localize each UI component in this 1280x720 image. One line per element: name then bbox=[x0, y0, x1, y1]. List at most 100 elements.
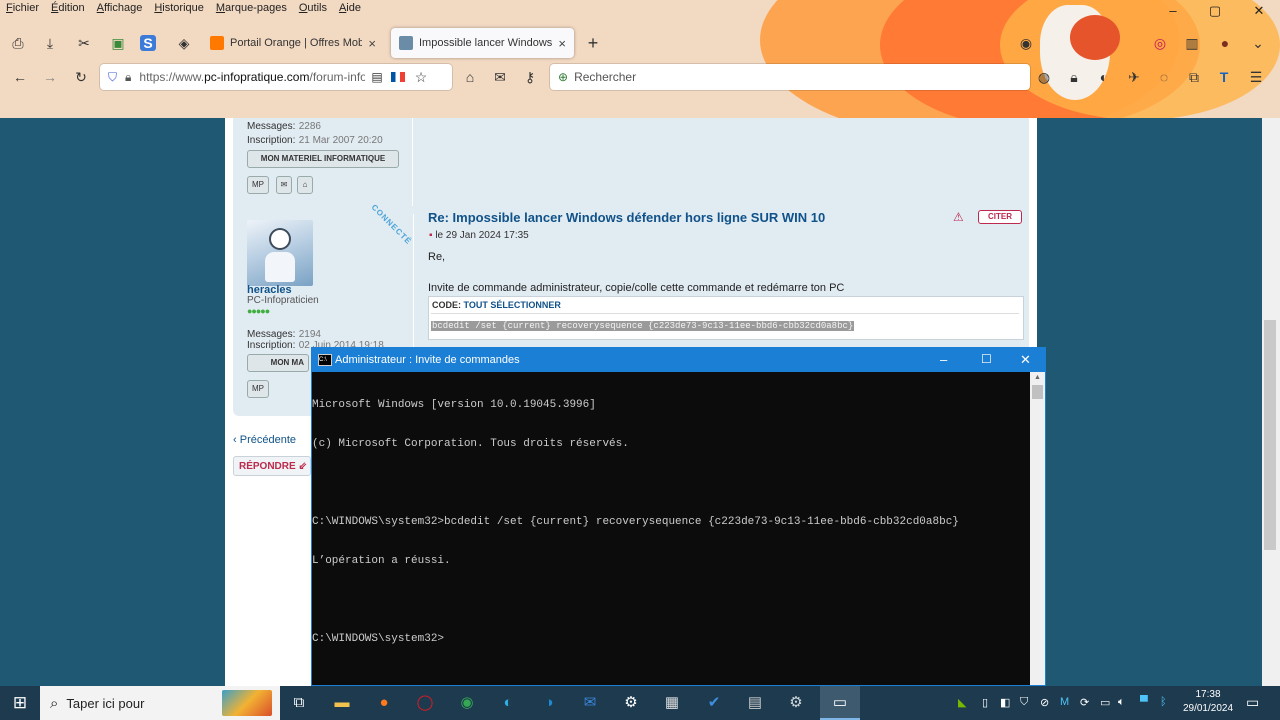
steam-icon[interactable]: ⚙ bbox=[784, 691, 808, 715]
code-content[interactable]: bcdedit /set {current} recoverysequence … bbox=[431, 321, 855, 331]
extension-icon[interactable]: ◐ bbox=[1094, 67, 1114, 87]
task-view-icon[interactable]: ⧉ bbox=[287, 691, 311, 715]
tray-icon[interactable]: ▯ bbox=[982, 696, 988, 709]
tray-icon[interactable]: ◧ bbox=[1000, 696, 1010, 709]
cmd-taskbar-icon[interactable]: ▭ bbox=[820, 686, 860, 720]
file-explorer-icon[interactable]: ▬ bbox=[330, 691, 354, 715]
close-icon[interactable]: ✕ bbox=[1020, 352, 1031, 368]
s-extension-icon[interactable]: S bbox=[140, 35, 156, 51]
menu-outils[interactable]: Outils bbox=[293, 0, 333, 18]
edge-icon[interactable]: ◐ bbox=[496, 691, 520, 715]
menu-historique[interactable]: Historique bbox=[148, 0, 210, 18]
windows-start-icon[interactable]: ⊞ bbox=[8, 691, 32, 715]
tab-impossible-lancer[interactable]: Impossible lancer Windows défe × bbox=[391, 28, 574, 58]
opera-icon[interactable]: ◯ bbox=[413, 691, 437, 715]
settings-gear-icon[interactable]: ⚙ bbox=[619, 691, 643, 715]
volume-icon[interactable]: 🔈︎ bbox=[1118, 696, 1125, 709]
menu-aide[interactable]: Aide bbox=[333, 0, 367, 18]
extension-icon[interactable]: ◎ bbox=[1150, 33, 1170, 53]
mail-icon[interactable]: ✉ bbox=[490, 67, 510, 87]
firefox-icon[interactable]: ● bbox=[372, 691, 396, 715]
print-icon[interactable]: ⎙ bbox=[8, 33, 28, 53]
clock[interactable]: 17:38 29/01/2024 bbox=[1172, 688, 1244, 716]
lock-extension-icon[interactable]: 🔒︎ bbox=[1064, 67, 1084, 87]
mp-button[interactable]: MP bbox=[247, 176, 269, 194]
menu-affichage[interactable]: Affichage bbox=[91, 0, 149, 18]
url-bar[interactable]: ⛉ 🔒︎ https://www.pc-infopratique.com/for… bbox=[100, 64, 452, 90]
security-icon[interactable]: ⛉ bbox=[1020, 696, 1028, 709]
network-icon[interactable]: ▭ bbox=[1100, 696, 1110, 709]
extensions-icon[interactable]: ⧉ bbox=[1184, 67, 1204, 87]
bookmark-star-icon[interactable]: ☆ bbox=[415, 69, 428, 86]
close-icon[interactable]: ✕ bbox=[1250, 2, 1268, 20]
email-icon[interactable]: ✉ bbox=[276, 176, 292, 194]
reload-icon[interactable]: ↻ bbox=[71, 67, 91, 87]
notifications-icon[interactable]: ▭ bbox=[1246, 694, 1259, 711]
edge-beta-icon[interactable]: ◑ bbox=[537, 691, 561, 715]
nvidia-icon[interactable]: ◣ bbox=[958, 696, 966, 709]
extension-icon[interactable]: ▥ bbox=[1182, 33, 1202, 53]
search-input[interactable]: Rechercher bbox=[574, 70, 636, 84]
lock-icon[interactable]: 🔒︎ bbox=[125, 70, 131, 85]
back-icon[interactable]: ← bbox=[10, 67, 30, 87]
store-icon[interactable]: ▦ bbox=[660, 691, 684, 715]
key-icon[interactable]: ⚷ bbox=[520, 67, 540, 87]
cmd-window[interactable]: C:\ Administrateur : Invite de commandes… bbox=[311, 347, 1046, 686]
website-icon[interactable]: ⌂ bbox=[297, 176, 313, 194]
page-scroll-thumb[interactable] bbox=[1264, 320, 1276, 550]
bluetooth-icon[interactable]: ᛒ bbox=[1160, 696, 1167, 708]
extension-icon[interactable]: ▣ bbox=[108, 33, 128, 53]
avatar[interactable] bbox=[247, 220, 313, 286]
scroll-up-icon[interactable]: ▲ bbox=[1034, 374, 1041, 381]
select-all-link[interactable]: TOUT SÉLECTIONNER bbox=[464, 300, 561, 310]
mail-icon[interactable]: ✉ bbox=[578, 691, 602, 715]
extension-icon[interactable]: ● bbox=[1215, 33, 1235, 53]
tray-icon[interactable]: ⊘ bbox=[1040, 696, 1049, 709]
tray-icon[interactable]: M bbox=[1060, 696, 1069, 708]
translate-icon[interactable]: T bbox=[1214, 67, 1234, 87]
home-icon[interactable]: ⌂ bbox=[460, 67, 480, 87]
new-tab-icon[interactable]: + bbox=[583, 33, 603, 53]
cmd-scroll-thumb[interactable] bbox=[1032, 385, 1043, 399]
reply-button[interactable]: RÉPONDRE ⇙ bbox=[233, 456, 311, 476]
chrome-icon[interactable]: ◉ bbox=[455, 691, 479, 715]
forward-icon[interactable]: → bbox=[40, 67, 60, 87]
todo-icon[interactable]: ✔ bbox=[702, 691, 726, 715]
menu-edition[interactable]: Édition bbox=[45, 0, 91, 18]
previous-link[interactable]: ‹ Précédente bbox=[233, 434, 296, 446]
cmd-titlebar[interactable]: C:\ Administrateur : Invite de commandes… bbox=[312, 348, 1045, 372]
tray-icon[interactable]: ▀ bbox=[1140, 696, 1148, 708]
quote-button[interactable]: CITER bbox=[978, 210, 1022, 224]
extension-icon[interactable]: ◉ bbox=[1016, 33, 1036, 53]
screenshot-icon[interactable]: ✂ bbox=[74, 33, 94, 53]
materiel-button[interactable]: MON MA bbox=[247, 354, 309, 372]
cmd-scrollbar[interactable]: ▲ bbox=[1030, 372, 1045, 685]
report-icon[interactable]: ⚠ bbox=[953, 210, 964, 224]
tracking-shield-icon[interactable]: ⛉ bbox=[108, 70, 117, 85]
post-title[interactable]: Re: Impossible lancer Windows défender h… bbox=[428, 210, 825, 225]
extension-icon[interactable]: ✈ bbox=[1124, 67, 1144, 87]
hamburger-menu-icon[interactable]: ☰ bbox=[1246, 67, 1266, 87]
materiel-button[interactable]: MON MATERIEL INFORMATIQUE bbox=[247, 150, 399, 168]
search-bar[interactable]: ⊕ Rechercher bbox=[550, 64, 1030, 90]
download-icon[interactable]: ⤓ bbox=[40, 33, 60, 53]
close-tab-icon[interactable]: × bbox=[368, 36, 376, 51]
reader-view-icon[interactable]: ▤ bbox=[371, 70, 382, 84]
minimize-icon[interactable]: – bbox=[1164, 2, 1182, 20]
menu-fichier[interactable]: Fichier bbox=[0, 0, 45, 18]
maximize-icon[interactable]: ☐ bbox=[981, 352, 992, 366]
menu-marque-pages[interactable]: Marque-pages bbox=[210, 0, 293, 18]
scanner-icon[interactable]: ▤ bbox=[743, 691, 767, 715]
minimize-icon[interactable]: – bbox=[940, 352, 947, 367]
mp-button[interactable]: MP bbox=[247, 380, 269, 398]
maximize-icon[interactable]: ▢ bbox=[1206, 2, 1224, 20]
taskbar-search[interactable]: ⌕ Taper ici pour bbox=[40, 686, 280, 720]
extension-icon[interactable]: ◌ bbox=[1154, 67, 1174, 87]
close-tab-icon[interactable]: × bbox=[558, 36, 566, 51]
chevron-down-icon[interactable]: ⌄ bbox=[1248, 33, 1268, 53]
tray-icon[interactable]: ⟳ bbox=[1080, 696, 1089, 709]
extension-icon[interactable]: ◍ bbox=[1034, 67, 1054, 87]
sidebar-icon[interactable]: ◈ bbox=[174, 33, 194, 53]
tab-portail-orange[interactable]: Portail Orange | Offres Mobiles × bbox=[202, 28, 384, 58]
cmd-output[interactable]: Microsoft Windows [version 10.0.19045.39… bbox=[312, 373, 1030, 672]
